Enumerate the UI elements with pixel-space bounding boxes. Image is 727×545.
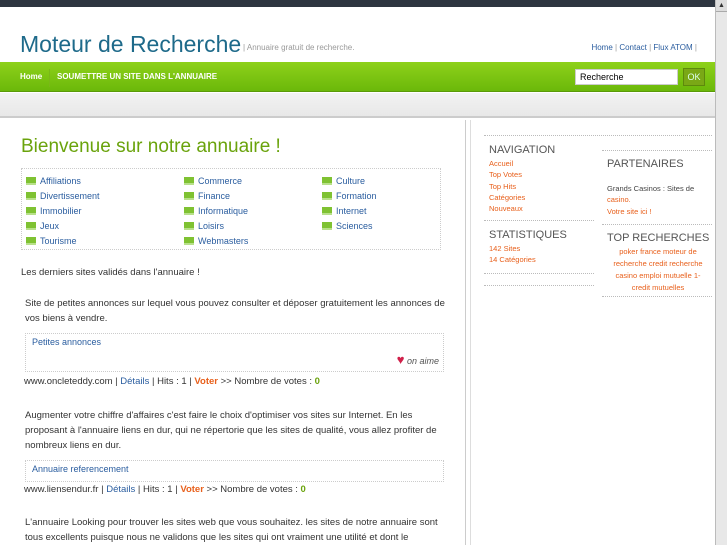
divider [484, 135, 712, 136]
top-search-link[interactable]: poker france moteur de [604, 246, 712, 258]
folder-icon [322, 177, 332, 185]
casino-link[interactable]: casino. [607, 195, 631, 204]
vote-link[interactable]: Voter [180, 484, 204, 495]
listing-description: Augmenter votre chiffre d'affaires c'est… [25, 410, 437, 451]
folder-icon [26, 207, 36, 215]
stats-link[interactable]: 14 Catégories [489, 254, 536, 265]
partners-text: Grands Casinos : Sites de casino. Votre si… [607, 184, 695, 216]
navigation-link[interactable]: Top Hits [489, 181, 525, 192]
nav-divider [49, 69, 50, 87]
top-links: Home | Contact | Flux ATOM | [591, 43, 697, 52]
column-divider [470, 120, 471, 545]
statistics-heading: STATISTIQUES [489, 229, 567, 241]
vote-link[interactable]: Voter [194, 376, 218, 387]
folder-icon [184, 177, 194, 185]
folder-icon [184, 237, 194, 245]
folder-icon [26, 222, 36, 230]
category-link[interactable]: Finance [184, 190, 230, 202]
category-link[interactable]: Immobilier [26, 205, 82, 217]
category-link[interactable]: Informatique [184, 205, 248, 217]
divider [484, 220, 594, 221]
top-search-link[interactable]: casino emploi mutuelle 1- [604, 270, 712, 282]
navigation-link[interactable]: Catégories [489, 192, 525, 203]
navigation-link[interactable]: Top Votes [489, 169, 525, 180]
tagline: | Annuaire gratuit de recherche. [243, 43, 355, 52]
category-grid: Affiliations Commerce Culture Divertissemen… [21, 168, 441, 250]
folder-icon [26, 177, 36, 185]
divider [602, 296, 712, 297]
folder-icon [26, 192, 36, 200]
heart-icon: ♥ [396, 352, 405, 367]
category-link[interactable]: Tourisme [26, 235, 77, 247]
site-title[interactable]: Moteur de Recherche [20, 31, 241, 58]
details-link[interactable]: Détails [106, 484, 135, 495]
listing-meta: www.liensendur.fr | Détails | Hits : 1 |… [24, 484, 306, 495]
navigation-link[interactable]: Accueil [489, 158, 525, 169]
listing-title[interactable]: Annuaire referencement [32, 464, 129, 474]
listing-meta: www.oncleteddy.com | Détails | Hits : 1 … [24, 376, 320, 387]
navigation-link[interactable]: Nouveaux [489, 203, 525, 214]
main-content: Bienvenue sur notre annuaire ! Affiliati… [0, 120, 466, 545]
category-link[interactable]: Commerce [184, 175, 242, 187]
listing-description: L'annuaire Looking pour trouver les site… [25, 517, 438, 543]
gray-band [0, 93, 715, 118]
top-searches-heading: TOP RECHERCHES [607, 232, 710, 244]
nav-submit-site[interactable]: SOUMETTRE UN SITE DANS L'ANNUAIRE [57, 72, 217, 81]
your-site-link[interactable]: Votre site ici ! [607, 207, 652, 216]
main-nav: Home SOUMETTRE UN SITE DANS L'ANNUAIRE O… [0, 62, 715, 92]
category-link[interactable]: Sciences [322, 220, 373, 232]
folder-icon [184, 222, 194, 230]
listing-description: Site de petites annonces sur lequel vous… [25, 298, 445, 324]
browser-top-bar [0, 0, 715, 7]
folder-icon [184, 207, 194, 215]
folder-icon [322, 192, 332, 200]
listing-box: Petites annonces ♥ on aime [25, 333, 444, 372]
folder-icon [26, 237, 36, 245]
nav-home[interactable]: Home [20, 72, 42, 81]
folder-icon [184, 192, 194, 200]
page-title: Bienvenue sur notre annuaire ! [21, 136, 281, 157]
category-link[interactable]: Webmasters [184, 235, 248, 247]
search-input[interactable] [575, 69, 678, 85]
header: Moteur de Recherche | Annuaire gratuit d… [0, 7, 715, 62]
listing-title[interactable]: Petites annonces [32, 337, 101, 347]
divider [484, 273, 594, 274]
divider [484, 285, 594, 286]
scroll-up-arrow-icon[interactable]: ▲ [716, 0, 727, 12]
link-home[interactable]: Home [591, 43, 612, 52]
category-link[interactable]: Culture [322, 175, 365, 187]
badge-on-aime: ♥ on aime [396, 352, 439, 367]
top-searches-list: poker france moteur de recherche credit r… [604, 246, 712, 294]
top-search-link[interactable]: credit mutuelles [604, 282, 712, 294]
details-link[interactable]: Détails [120, 376, 149, 387]
folder-icon [322, 222, 332, 230]
statistics-list: 142 Sites 14 Catégories [489, 243, 536, 266]
folder-icon [322, 207, 332, 215]
listing-box: Annuaire referencement [25, 460, 444, 482]
stats-link[interactable]: 142 Sites [489, 243, 536, 254]
category-link[interactable]: Loisirs [184, 220, 224, 232]
divider [602, 150, 712, 151]
category-link[interactable]: Formation [322, 190, 377, 202]
navigation-list: Accueil Top Votes Top Hits Catégories Nouvea… [489, 158, 525, 214]
category-link[interactable]: Jeux [26, 220, 59, 232]
divider [602, 224, 712, 225]
top-search-link[interactable]: recherche credit recherche [604, 258, 712, 270]
navigation-heading: NAVIGATION [489, 144, 556, 156]
category-link[interactable]: Divertissement [26, 190, 100, 202]
category-link[interactable]: Internet [322, 205, 367, 217]
scrollbar[interactable]: ▲ [715, 0, 727, 545]
search-button[interactable]: OK [683, 68, 705, 86]
link-flux-atom[interactable]: Flux ATOM [653, 43, 692, 52]
partners-heading: PARTENAIRES [607, 158, 684, 170]
category-link[interactable]: Affiliations [26, 175, 81, 187]
link-contact[interactable]: Contact [619, 43, 647, 52]
intro-text: Les derniers sites validés dans l'annuai… [21, 267, 200, 278]
